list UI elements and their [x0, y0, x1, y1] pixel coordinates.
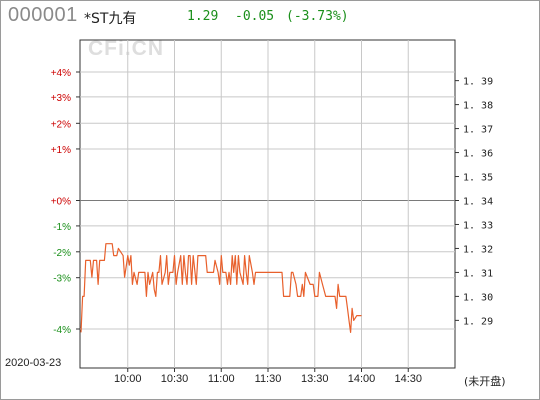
left-tick-label: +4%: [51, 68, 71, 79]
left-tick-label: -4%: [53, 325, 71, 336]
x-tick-label: 14:00: [348, 373, 376, 385]
left-tick-label: +2%: [51, 119, 71, 130]
x-tick-label: 13:30: [301, 373, 329, 385]
right-tick-label: 1. 32: [463, 244, 493, 255]
x-tick-label: 10:30: [161, 373, 189, 385]
right-tick-label: 1. 30: [463, 292, 493, 303]
right-tick-label: 1. 31: [463, 268, 493, 279]
right-tick-label: 1. 34: [463, 197, 493, 208]
left-tick-label: +3%: [51, 93, 71, 104]
left-tick-label: -3%: [53, 274, 71, 285]
intraday-chart: +4% +3% +2% +1% +0% -1% -2% -3% -4% 1. 39 1. 38 1. …: [51, 39, 493, 385]
right-tick-label: 1. 39: [463, 77, 493, 88]
right-tick-label: 1. 37: [463, 125, 493, 136]
left-tick-label: -1%: [53, 222, 71, 233]
x-tick-label: 10:00: [114, 373, 142, 385]
left-tick-label: +1%: [51, 145, 71, 156]
right-tick-label: 1. 29: [463, 316, 493, 327]
right-tick-label: 1. 38: [463, 101, 493, 112]
x-tick-label: 11:00: [208, 373, 235, 385]
chart-date: 2020-03-23: [5, 357, 62, 369]
right-tick-label: 1. 33: [463, 220, 493, 231]
x-tick-label: 11:30: [255, 373, 282, 385]
right-tick-label: 1. 35: [463, 173, 493, 184]
left-tick-label: -2%: [53, 248, 71, 259]
left-tick-label: +0%: [51, 197, 71, 208]
market-status: (未开盘): [464, 375, 506, 388]
right-tick-label: 1. 36: [463, 149, 493, 160]
x-tick-label: 14:30: [394, 373, 422, 385]
